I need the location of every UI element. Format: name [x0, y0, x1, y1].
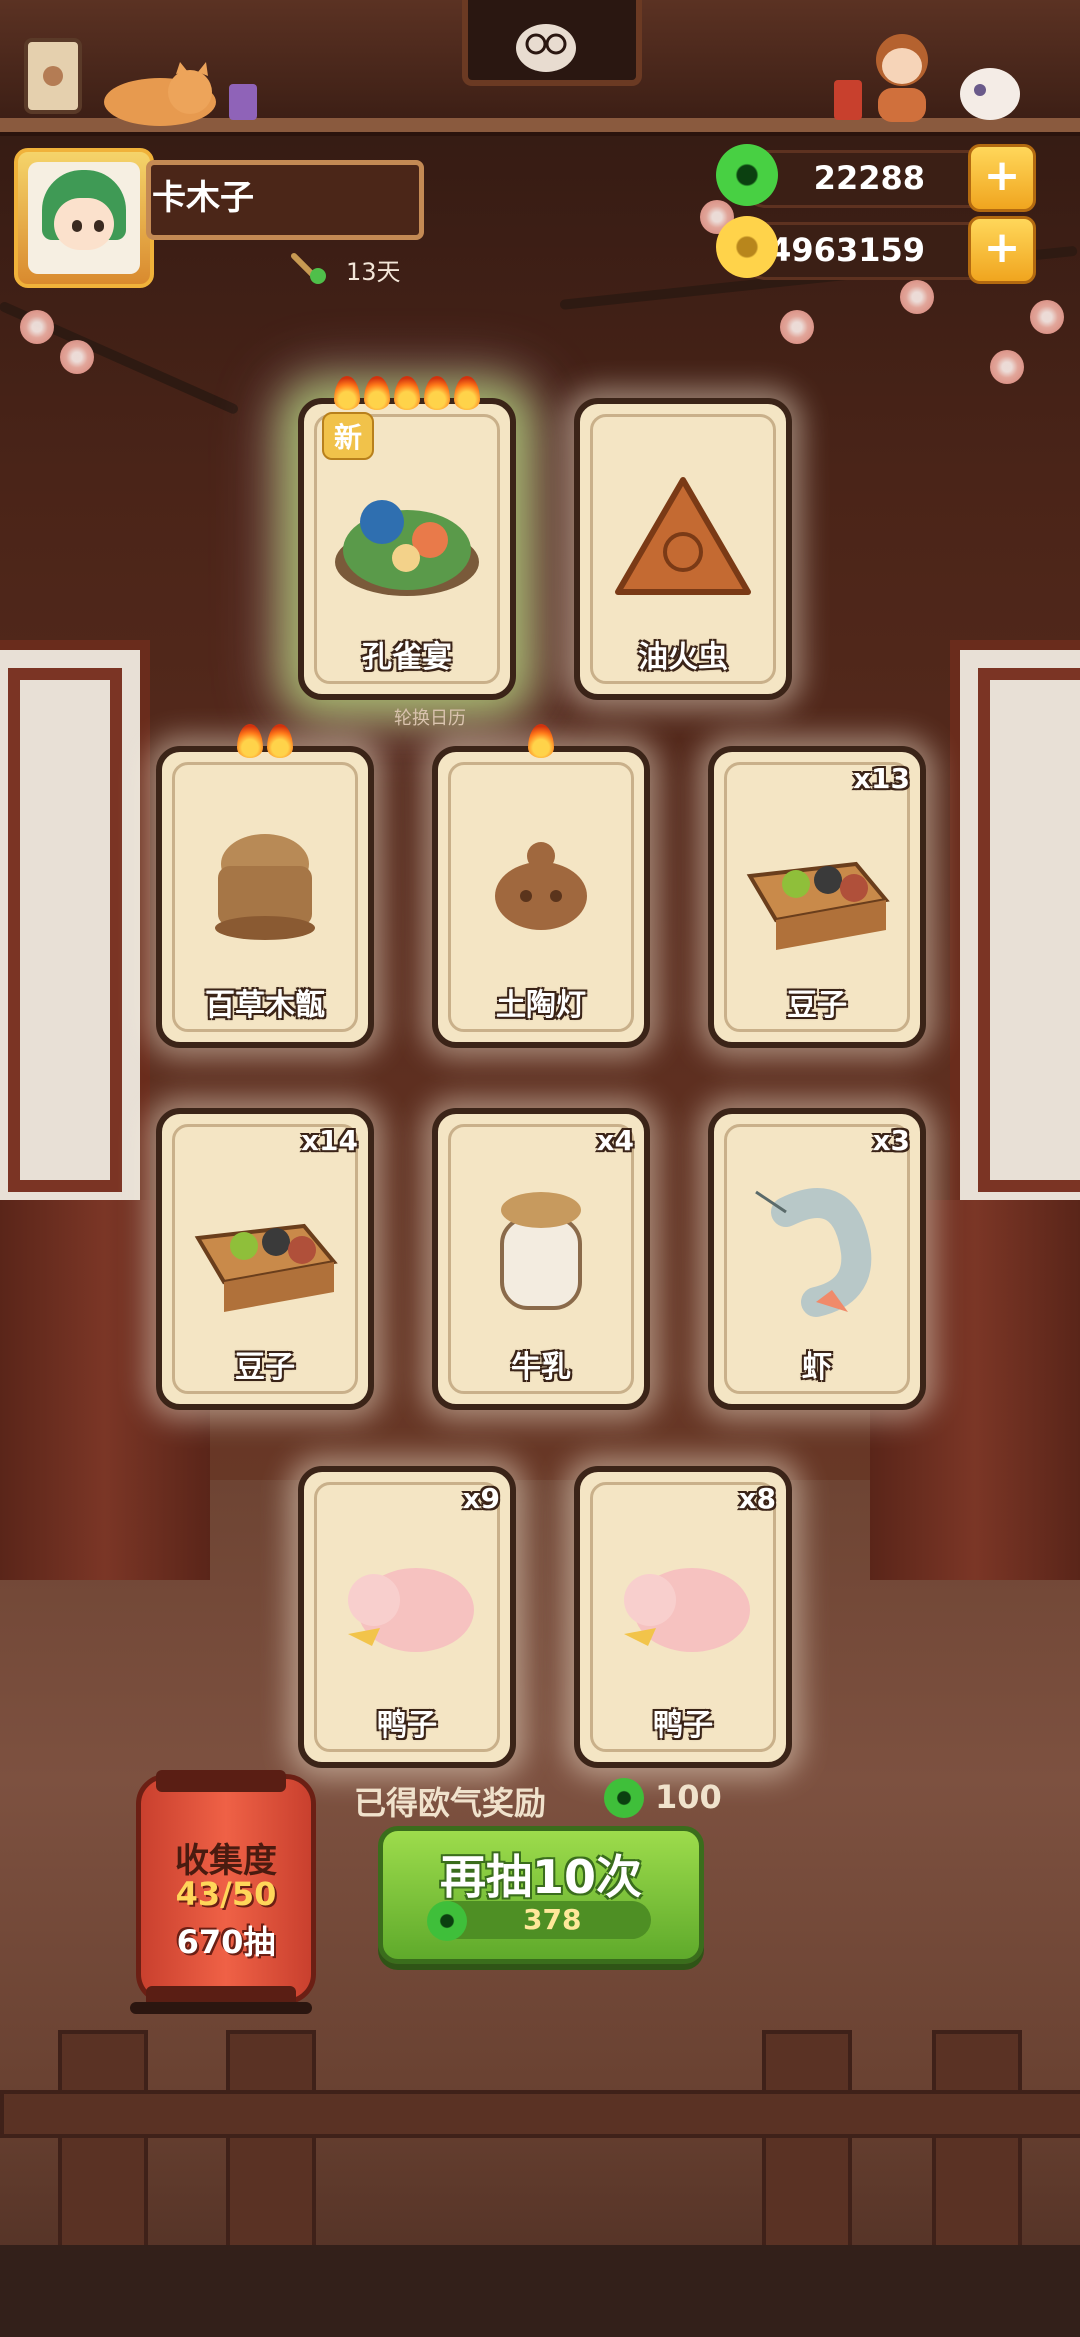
jade-icon: [427, 1901, 467, 1941]
jade-icon: [716, 144, 778, 206]
beans-box-icon: [746, 861, 890, 950]
card-count: x9: [462, 1482, 500, 1515]
collection-progress: 43/50: [175, 1875, 277, 1913]
card-count: x14: [300, 1124, 358, 1157]
draw-again-button[interactable]: 再抽10次 378: [378, 1826, 704, 1964]
cat-portrait-icon: [516, 24, 576, 72]
fence-rail: [0, 2090, 1080, 2138]
card-duck-1[interactable]: x9 鸭子: [298, 1466, 516, 1768]
fence-post: [932, 2030, 1022, 2268]
card-count: x13: [852, 762, 910, 795]
card-count: x4: [596, 1124, 634, 1157]
card-name: 百草木甑: [205, 988, 325, 1023]
sleeping-cat-icon: [104, 62, 216, 126]
collection-lantern[interactable]: 收集度 43/50 670抽: [136, 1774, 316, 2004]
card-name: 油火虫: [638, 640, 728, 675]
lantern-stand: [130, 2002, 312, 2014]
card-oil-bug[interactable]: 油火虫: [574, 398, 792, 700]
card-clay-lamp[interactable]: 土陶灯: [432, 724, 650, 1048]
rarity-flames: [162, 724, 368, 764]
rarity-flames: [438, 724, 644, 764]
blossom: [900, 280, 934, 314]
jade-icon: [604, 1778, 644, 1818]
card-shrimp[interactable]: x3 虾: [708, 1108, 926, 1410]
oil-bug-icon: [615, 477, 751, 595]
fence-post: [58, 2030, 148, 2268]
card-beans-1[interactable]: x13 豆子: [708, 746, 926, 1048]
child-figure-icon: [876, 34, 928, 122]
right-window: [950, 640, 1080, 1220]
blossom: [60, 340, 94, 374]
draw-cost-value: 378: [523, 1903, 582, 1936]
card-name: 豆子: [787, 988, 847, 1023]
fence-post: [226, 2030, 316, 2268]
collection-draws: 670抽: [176, 1923, 276, 1961]
scroll-hanging-icon: [24, 38, 82, 114]
white-cat-icon: [960, 68, 1020, 120]
beans-box-icon: [194, 1223, 338, 1312]
card-count: x8: [738, 1482, 776, 1515]
draw-cost: 378: [427, 1901, 651, 1941]
login-days: 13天: [346, 258, 401, 286]
milk-jar-icon: [500, 1192, 582, 1310]
peacock-feast-icon: [335, 500, 479, 596]
card-milk[interactable]: x4 牛乳: [432, 1108, 650, 1410]
card-name: 虾: [802, 1350, 832, 1385]
bottom-bar: [0, 2245, 1080, 2337]
card-name: 牛乳: [511, 1350, 571, 1385]
card-name: 土陶灯: [496, 988, 586, 1023]
player-avatar[interactable]: [14, 148, 154, 288]
player-name: 卡木子: [152, 178, 254, 218]
herb-steamer-icon: [215, 834, 315, 940]
blossom: [780, 310, 814, 344]
draw-button-label: 再抽10次: [439, 1850, 642, 1904]
card-name: 鸭子: [377, 1708, 437, 1743]
sprout-icon: [291, 253, 326, 284]
blossom: [990, 350, 1024, 384]
rarity-flames: [304, 376, 510, 416]
game-scene: 卡木子 13天 22288 + 4963159 + 新 孔雀宴 油火虫 轮换日历…: [0, 0, 1080, 2337]
shrimp-icon: [755, 1188, 872, 1317]
reward-value: 100: [655, 1778, 722, 1816]
card-name: 孔雀宴: [362, 640, 452, 675]
portrait-frame: [462, 0, 642, 86]
card-count: x3: [872, 1124, 910, 1157]
duck-icon: [348, 1568, 474, 1652]
duck-icon: [624, 1568, 750, 1652]
reward-label: 已得欧气奖励: [354, 1784, 547, 1822]
card-name: 鸭子: [653, 1708, 713, 1743]
left-window: [0, 640, 150, 1220]
card-beans-2[interactable]: x14 豆子: [156, 1108, 374, 1410]
clay-lamp-icon: [495, 842, 587, 930]
coin-icon: [716, 216, 778, 278]
blossom: [1030, 300, 1064, 334]
add-coin-button[interactable]: +: [968, 216, 1036, 284]
card-herb-steamer[interactable]: 百草木甑: [156, 724, 374, 1048]
fence-post: [762, 2030, 852, 2268]
card-duck-2[interactable]: x8 鸭子: [574, 1466, 792, 1768]
jar-icon: [229, 84, 257, 120]
new-badge: 新: [322, 412, 375, 460]
card-name: 豆子: [235, 1350, 295, 1385]
red-jar-icon: [834, 80, 862, 120]
add-jade-button[interactable]: +: [968, 144, 1036, 212]
lantern-cap: [156, 1770, 286, 1792]
blossom: [20, 310, 54, 344]
card-peacock-feast[interactable]: 新 孔雀宴: [298, 376, 516, 700]
